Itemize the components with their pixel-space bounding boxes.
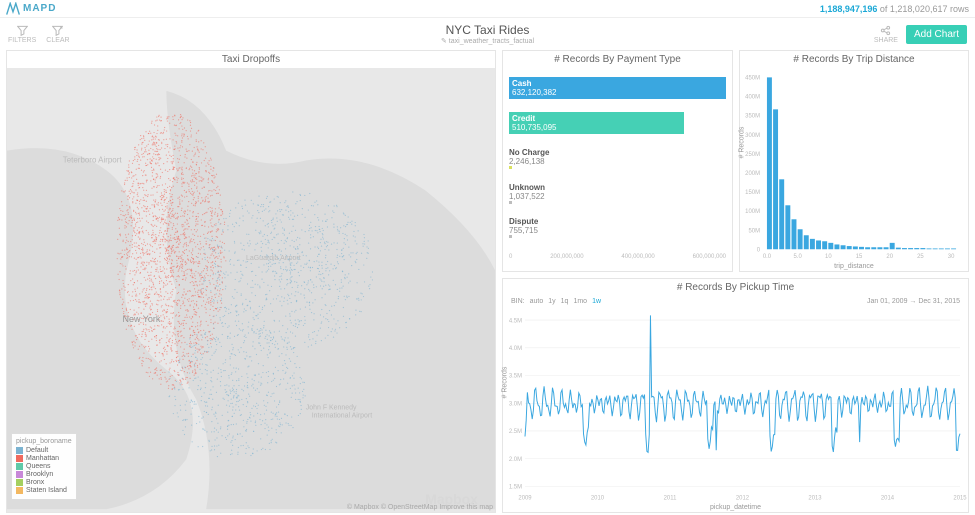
svg-text:450M: 450M [745,74,760,81]
legend-item[interactable]: Manhattan [16,455,72,462]
trip-distance-panel: # Records By Trip Distance # Records 050… [739,50,969,272]
svg-text:250M: 250M [745,151,760,158]
date-range: Jan 01, 2009 → Dec 31, 2015 [867,298,960,305]
svg-text:New York: New York [123,314,161,324]
map-attribution: © Mapbox © OpenStreetMap Improve this ma… [347,504,493,511]
bin-option[interactable]: auto [530,298,544,305]
svg-text:200M: 200M [745,170,760,177]
brand-logo[interactable]: MAPD [6,2,56,16]
svg-text:4.0M: 4.0M [509,345,522,352]
row-count: 1,188,947,196 of 1,218,020,617 rows [820,4,969,14]
distance-chart[interactable]: # Records 050M100M150M200M250M300M350M40… [740,68,968,262]
map-legend: pickup_boroname DefaultManhattanQueensBr… [11,433,77,500]
payment-type-panel: # Records By Payment Type Cash632,120,38… [502,50,733,272]
svg-text:3.0M: 3.0M [509,400,522,407]
payment-chart[interactable]: Cash632,120,382 Credit510,735,095 No Charg… [503,68,732,271]
svg-text:10: 10 [825,253,832,260]
dashboard-title: NYC Taxi Rides ✎ taxi_weather_tracts_fac… [441,23,534,45]
svg-text:2010: 2010 [591,494,605,501]
svg-text:400M: 400M [745,93,760,100]
topbar: MAPD 1,188,947,196 of 1,218,020,617 rows [0,0,975,18]
map-canvas[interactable]: New York Teterboro Airport LaGuardia Air… [7,68,495,512]
svg-text:30: 30 [948,253,955,260]
bin-option[interactable]: 1mo [573,298,587,305]
svg-text:0: 0 [757,246,761,253]
add-chart-button[interactable]: Add Chart [906,25,967,44]
svg-text:150M: 150M [745,189,760,196]
titlebar: FILTERS CLEAR NYC Taxi Rides ✎ taxi_weat… [0,18,975,50]
map-panel: Taxi Dropoffs New York Teterboro Airport… [6,50,496,513]
svg-text:350M: 350M [745,113,760,120]
svg-text:2012: 2012 [736,494,750,501]
filters-button[interactable]: FILTERS [8,25,36,44]
svg-text:LaGuardia Airport: LaGuardia Airport [246,255,301,262]
svg-text:2.0M: 2.0M [509,456,522,463]
svg-text:15: 15 [856,253,863,260]
brand-text: MAPD [23,3,56,14]
svg-text:2014: 2014 [881,494,895,501]
pickup-time-panel: # Records By Pickup Time BIN: auto1y1q1m… [502,278,969,513]
map-title: Taxi Dropoffs [7,51,495,68]
legend-item[interactable]: Staten Island [16,487,72,494]
legend-item[interactable]: Queens [16,463,72,470]
svg-text:John F Kennedy: John F Kennedy [306,405,357,412]
payment-bar[interactable]: Unknown1,037,522 [509,183,726,204]
svg-text:3.5M: 3.5M [509,372,522,379]
svg-text:Teterboro Airport: Teterboro Airport [63,156,123,165]
bin-controls[interactable]: BIN: auto1y1q1mo1w [511,298,606,305]
svg-text:1.5M: 1.5M [509,483,522,490]
payment-bar[interactable]: No Charge2,246,138 [509,148,726,169]
payment-bar[interactable]: Credit510,735,095 [509,112,726,134]
svg-text:4.5M: 4.5M [509,317,522,324]
svg-text:2013: 2013 [808,494,822,501]
svg-text:2009: 2009 [518,494,532,501]
svg-text:25: 25 [917,253,924,260]
svg-text:2011: 2011 [664,494,677,501]
svg-text:20: 20 [886,253,893,260]
svg-text:300M: 300M [745,132,760,139]
clear-button[interactable]: CLEAR [46,25,69,44]
bin-option[interactable]: 1w [592,298,601,305]
svg-text:5.0: 5.0 [794,253,803,260]
payment-bar[interactable]: Dispute755,715 [509,217,726,238]
svg-text:50M: 50M [748,227,760,234]
bin-option[interactable]: 1q [561,298,569,305]
legend-item[interactable]: Default [16,447,72,454]
svg-text:2.5M: 2.5M [509,428,522,435]
svg-text:100M: 100M [745,208,760,215]
share-button[interactable]: SHARE [874,25,898,44]
legend-item[interactable]: Bronx [16,479,72,486]
legend-item[interactable]: Brooklyn [16,471,72,478]
payment-bar[interactable]: Cash632,120,382 [509,77,726,99]
svg-text:0.0: 0.0 [763,253,772,260]
svg-text:International Airport: International Airport [312,412,372,419]
time-chart[interactable]: # Records 1.5M2.0M2.5M3.0M3.5M4.0M4.5M20… [503,307,968,503]
bin-option[interactable]: 1y [548,298,555,305]
svg-text:2015: 2015 [953,494,967,501]
